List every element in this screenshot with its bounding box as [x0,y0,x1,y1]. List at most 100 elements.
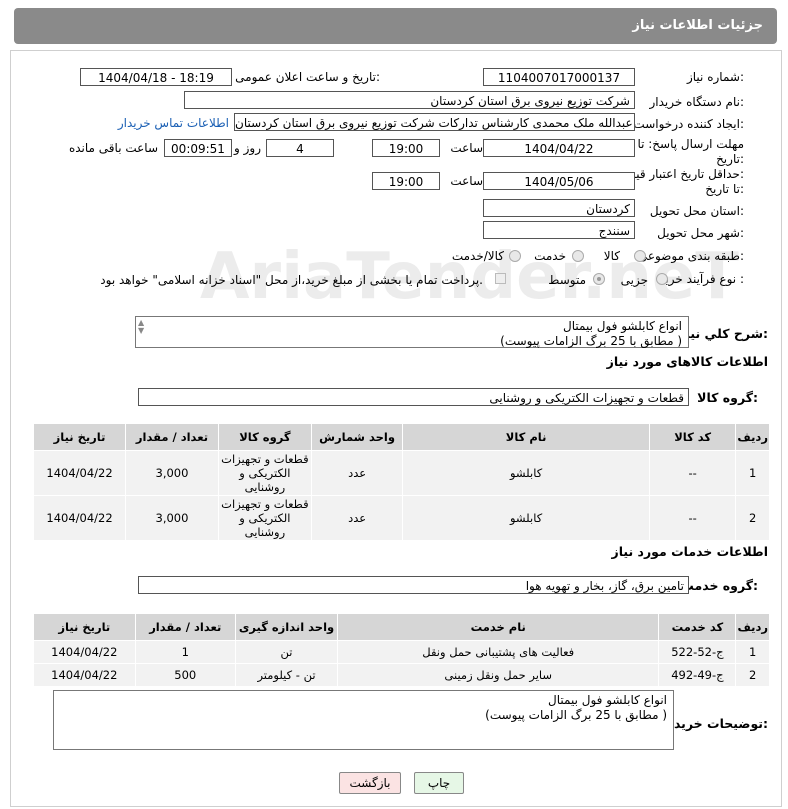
summary-textarea[interactable]: انواع کابلشو فول بیمتال (مطابق با 25 برگ… [135,316,689,348]
services-cell-unit: تن - کیلومتر [234,663,339,687]
category-option-goods: کالا [603,249,620,263]
summary-line-2: (مطابق با 25 برگ الزامات پیوست ) [500,334,682,348]
goods-cell-qty: 3,000 [125,495,219,541]
process-option-medium: متوسط [548,273,586,287]
category-radio-goods-service[interactable] [509,250,521,262]
goods-cell-code: -- [648,495,737,541]
creator-label: ایجاد کننده درخواست: [633,117,744,131]
goods-cell-name: کابلشو [402,450,650,496]
services-col-name: نام خدمت [337,613,660,641]
validity-label: حداقل تاریخ اعتبار قیمت: [617,167,744,181]
days-label: روز و [234,141,261,155]
announce-label: تاریخ و ساعت اعلان عمومی: [235,70,380,84]
goods-col-code: کد کالا [648,423,737,451]
services-cell-name: فعالیت های پشتیبانی حمل ونقل [337,640,660,664]
services-section-title: اطلاعات خدمات مورد نیاز [611,544,769,559]
goods-cell-code: -- [648,450,737,496]
category-radio-goods[interactable] [634,250,646,262]
goods-cell-group: قطعات و تجهیزات الکتریکی و روشنایی [217,495,312,541]
days-field: 4 [266,139,334,157]
goods-cell-group: قطعات و تجهیزات الکتریکی و روشنایی [217,450,312,496]
buyer-field: شرکت توزیع نیروی برق استان کردستان [184,91,635,109]
goods-cell-index: 1 [735,450,770,496]
deadline-time-label: ساعت [450,141,483,155]
page-title: جزئیات اطلاعات نیاز [632,18,763,33]
services-col-date: تاریخ نیاز [33,613,136,641]
summary-line-1: انواع کابلشو فول بیمتال [563,319,682,333]
services-cell-index: 1 [735,640,770,664]
services-group-field: تامین برق، گاز، بخار و تهویه هوا [138,576,689,594]
table-row: 1404/04/22 3,000 قطعات و تجهیزات الکتریک… [32,450,770,496]
goods-group-field: قطعات و تجهیزات الکتریکی و روشنایی [138,388,689,406]
payment-note: پرداخت تمام یا بخشی از مبلغ خرید،از محل … [100,273,483,287]
need-number-label: شماره نیاز: [686,70,744,84]
city-field: سنندج [483,221,635,239]
back-button[interactable]: بازگشت [339,772,401,794]
services-col-index: ردیف [735,613,770,641]
scroll-arrows-icon[interactable]: ▲ ▼ [138,319,144,335]
city-label: شهر محل تحویل: [657,226,744,240]
category-label: طبقه بندی موضوعی: [637,249,744,263]
buyer-notes-label: توضیحات خریدار: [662,716,768,731]
goods-col-index: ردیف [735,423,770,451]
goods-cell-index: 2 [735,495,770,541]
deadline-time-field: 19:00 [372,139,440,157]
goods-cell-qty: 3,000 [125,450,219,496]
services-cell-code: ج-52-522 [658,640,737,664]
process-radio-medium[interactable] [593,273,605,285]
deadline-label: مهلت ارسال پاسخ: تا [637,137,744,151]
goods-cell-unit: عدد [310,450,404,496]
services-group-label: گروه خدمت: [681,578,758,593]
category-option-goods-service: کالا/خدمت [451,249,504,263]
buyer-notes-textarea[interactable]: انواع کابلشو فول بیمتال (مطابق با 25 برگ… [53,690,674,750]
print-button[interactable]: چاپ [414,772,464,794]
goods-cell-unit: عدد [310,495,404,541]
services-cell-index: 2 [735,663,770,687]
services-cell-qty: 1 [134,640,236,664]
services-table: تاریخ نیاز تعداد / مقدار واحد اندازه گیر… [33,613,770,687]
validity-label-date: تا تاریخ: [705,182,744,196]
services-col-code: کد خدمت [658,613,737,641]
deadline-date-field: 1404/04/22 [483,139,635,157]
validity-date-field: 1404/05/06 [483,172,635,190]
treasury-checkbox[interactable] [495,273,506,284]
goods-col-group: گروه کالا [217,423,312,451]
process-label: نوع فرآیند خرید : [659,272,744,286]
process-option-minor: جزیی [620,273,648,287]
services-cell-date: 1404/04/22 [33,663,136,687]
services-cell-code: ج-49-492 [658,663,737,687]
buyer-label: نام دستگاه خریدار: [649,95,745,109]
services-col-unit: واحد اندازه گیری [234,613,339,641]
buyer-notes-line-2: (مطابق با 25 برگ الزامات پیوست ) [485,708,667,722]
services-cell-unit: تن [234,640,339,664]
deadline-label-date: تاریخ: [716,152,744,166]
validity-time-label: ساعت [450,174,483,188]
process-radio-minor[interactable] [656,273,668,285]
buyer-notes-line-1: انواع کابلشو فول بیمتال [548,693,667,707]
remaining-label: ساعت باقی مانده [68,141,158,155]
goods-col-date: تاریخ نیاز [32,423,127,451]
province-label: استان محل تحویل: [649,204,744,218]
announce-field: 1404/04/18 - 18:19 [80,68,232,86]
remaining-field: 00:09:51 [164,139,232,157]
goods-col-unit: واحد شمارش [310,423,404,451]
need-number-field: 1104007017000137 [483,68,635,86]
goods-cell-name: کابلشو [402,495,650,541]
goods-col-name: نام کالا [402,423,650,451]
buyer-contact-link[interactable]: اطلاعات تماس خریدار [118,116,229,130]
table-row: 1404/04/22 500 تن - کیلومتر سایر حمل ونق… [33,663,770,687]
province-field: کردستان [483,199,635,217]
services-cell-date: 1404/04/22 [33,640,136,664]
category-radio-service[interactable] [572,250,584,262]
summary-label: شرح کلي نياز: [678,326,769,341]
table-row: 1404/04/22 3,000 قطعات و تجهیزات الکتریک… [32,495,770,541]
goods-col-qty: تعداد / مقدار [125,423,219,451]
goods-cell-date: 1404/04/22 [32,450,127,496]
page-header: جزئیات اطلاعات نیاز [14,8,777,44]
creator-field: عبدالله ملک محمدی کارشناس تدارکات شرکت ت… [234,113,635,131]
services-col-qty: تعداد / مقدار [134,613,236,641]
goods-cell-date: 1404/04/22 [32,495,127,541]
validity-time-field: 19:00 [372,172,440,190]
goods-table: تاریخ نیاز تعداد / مقدار گروه کالا واحد … [32,423,770,541]
goods-group-label: گروه کالا: [697,390,758,405]
